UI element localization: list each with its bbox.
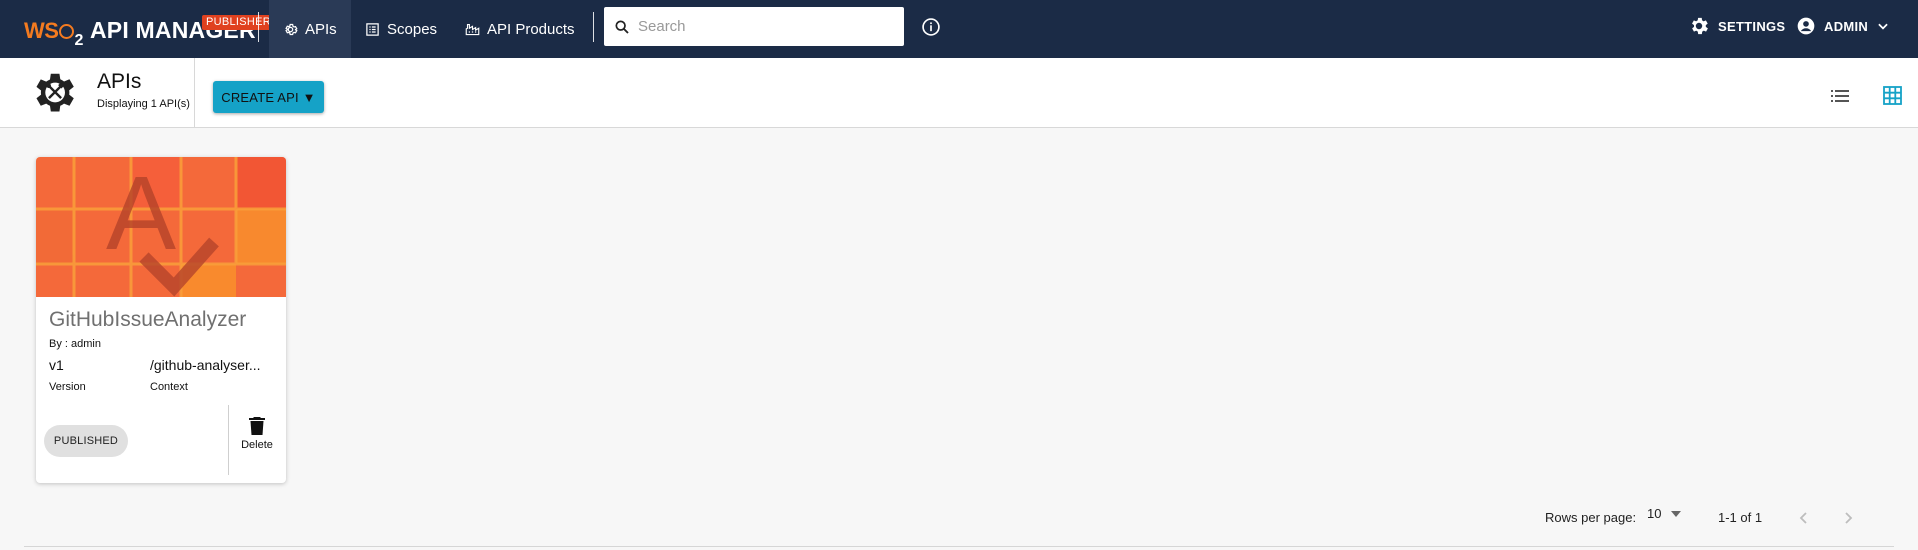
info-icon[interactable]: [921, 17, 941, 37]
apis-gear-tools-icon: [36, 73, 74, 112]
page-header: APIs Displaying 1 API(s) CREATE API ▼: [0, 58, 1918, 128]
delete-api-button[interactable]: Delete: [232, 417, 282, 467]
api-card[interactable]: A GitHubIssueAnalyzer By : admin v1 /git…: [36, 157, 286, 483]
publisher-badge: PUBLISHER: [202, 15, 276, 30]
top-app-bar: WS 2 API MANAGER PUBLISHER APIs Scopes AP…: [0, 0, 1918, 58]
api-version: v1: [49, 357, 64, 373]
chevron-right-icon: [1845, 512, 1853, 524]
grid-view-icon[interactable]: [1883, 86, 1902, 105]
chevron-left-icon: [1799, 512, 1807, 524]
next-page-button[interactable]: [1838, 508, 1858, 528]
api-name-link[interactable]: GitHubIssueAnalyzer: [49, 308, 246, 332]
settings-button[interactable]: SETTINGS: [1688, 0, 1785, 52]
api-context: /github-analyser...: [150, 357, 261, 373]
header-divider: [194, 58, 195, 128]
previous-page-button[interactable]: [1794, 508, 1814, 528]
pagination-range: 1-1 of 1: [1718, 510, 1763, 525]
context-label: Context: [150, 381, 188, 393]
rows-per-page-select[interactable]: 10: [1647, 506, 1682, 521]
caret-down-icon: [1671, 510, 1682, 517]
page-title: APIs: [97, 70, 142, 93]
version-label: Version: [49, 381, 86, 393]
nav-item-scopes[interactable]: Scopes: [351, 0, 451, 58]
create-api-button[interactable]: CREATE API ▼: [213, 81, 324, 113]
nav-label-apis: APIs: [305, 20, 337, 38]
search-box[interactable]: [604, 7, 904, 46]
user-label: ADMIN: [1824, 18, 1869, 34]
api-owner: By : admin: [49, 338, 101, 350]
brand-divider: [258, 12, 259, 42]
page-subtitle: Displaying 1 API(s): [97, 98, 190, 110]
nav-label-scopes: Scopes: [387, 20, 438, 38]
user-menu-button[interactable]: ADMIN: [1796, 0, 1890, 52]
rows-per-page-value: 10: [1647, 506, 1662, 521]
wso2-logo: WS 2: [24, 18, 83, 49]
account-circle-icon: [1797, 17, 1815, 35]
search-icon: [615, 19, 629, 34]
api-products-icon: [465, 23, 480, 35]
thumbnail-letter: A: [106, 157, 176, 272]
api-thumbnail[interactable]: A: [36, 157, 286, 297]
nav-divider: [593, 12, 594, 42]
nav-item-api-products[interactable]: API Products: [451, 0, 589, 58]
delete-label: Delete: [241, 439, 273, 451]
card-action-divider: [228, 405, 229, 475]
nav-item-apis[interactable]: APIs: [269, 0, 351, 58]
table-bottom-border: [24, 546, 1894, 547]
list-view-icon[interactable]: [1831, 89, 1849, 103]
chevron-down-icon: [1878, 23, 1888, 30]
gear-icon: [285, 23, 298, 35]
trash-icon: [249, 417, 265, 435]
search-input[interactable]: [638, 7, 904, 46]
settings-gear-icon: [1692, 17, 1708, 35]
settings-label: SETTINGS: [1718, 18, 1786, 34]
status-badge: PUBLISHED: [44, 425, 128, 457]
rows-per-page-label: Rows per page:: [1545, 510, 1637, 525]
nav-label-api-products: API Products: [487, 20, 575, 38]
scopes-list-icon: [366, 22, 379, 36]
